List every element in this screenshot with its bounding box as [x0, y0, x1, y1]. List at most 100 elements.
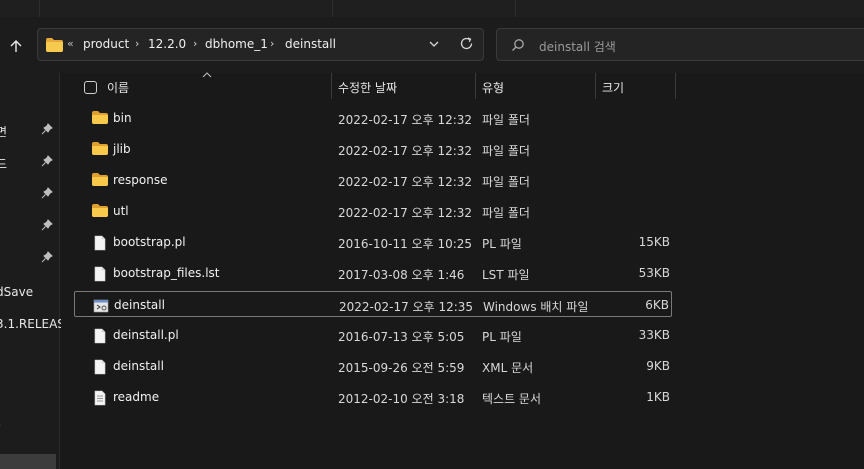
folder-icon	[92, 111, 108, 124]
folder-icon	[46, 38, 63, 52]
column-divider[interactable]	[331, 73, 332, 99]
column-divider[interactable]	[475, 73, 476, 99]
breadcrumb-dbhome[interactable]: dbhome_1	[205, 37, 268, 51]
file-row-deinstall-pl[interactable]: deinstall.pl 2016-07-13 오후 5:05 PL 파일 33…	[74, 322, 672, 348]
column-divider[interactable]	[675, 73, 676, 99]
search-icon	[512, 39, 524, 51]
sidebar-selected-item[interactable]	[0, 454, 56, 469]
file-size: 53KB	[638, 266, 670, 280]
file-name: jlib	[113, 142, 131, 156]
sidebar-item[interactable]: dSave	[0, 281, 60, 305]
tab-segment	[333, 0, 516, 17]
sidebar-item[interactable]: 면	[0, 119, 60, 143]
file-size: 15KB	[638, 235, 670, 249]
file-date: 2022-02-17 오후 12:32	[338, 144, 473, 158]
file-type: LST 파일	[482, 268, 530, 282]
column-divider[interactable]	[595, 73, 596, 99]
tab-segment	[0, 0, 40, 17]
file-name: response	[113, 173, 168, 187]
file-type: 텍스트 문서	[482, 392, 542, 406]
pin-icon[interactable]	[41, 219, 53, 231]
file-type: Windows 배치 파일	[483, 300, 589, 314]
navigation-toolbar: « product › 12.2.0 › dbhome_1 › deinstal…	[0, 17, 864, 73]
sidebar-item[interactable]: 3.1.RELEAS	[0, 313, 65, 337]
file-type: XML 문서	[482, 361, 534, 375]
address-bar[interactable]: « product › 12.2.0 › dbhome_1 › deinstal…	[37, 28, 484, 61]
file-name: deinstall	[114, 298, 165, 312]
file-size: 6KB	[645, 298, 669, 312]
breadcrumb-separator-icon[interactable]: ›	[193, 37, 197, 50]
column-header-date[interactable]: 수정한 날짜	[338, 79, 397, 96]
file-icon	[94, 328, 106, 344]
column-header-type[interactable]: 유형	[482, 79, 504, 96]
file-list-view: 이름 수정한 날짜 유형 크기 bin 2022-02-17 오후 12:32 …	[61, 72, 864, 469]
file-date: 2022-02-17 오후 12:32	[338, 206, 473, 220]
file-date: 2022-02-17 오후 12:32	[338, 175, 473, 189]
breadcrumb-version[interactable]: 12.2.0	[148, 37, 186, 51]
refresh-icon[interactable]	[459, 36, 474, 51]
sidebar-item-label: 드	[0, 157, 8, 171]
file-date: 2012-02-10 오전 3:18	[338, 392, 465, 406]
file-date: 2022-02-17 오후 12:35	[339, 300, 474, 314]
pin-icon[interactable]	[41, 155, 53, 167]
column-header-name[interactable]: 이름	[107, 79, 129, 96]
text-file-icon	[94, 390, 106, 406]
file-date: 2016-10-11 오후 10:25	[338, 237, 473, 251]
breadcrumb-separator-icon[interactable]: ›	[135, 37, 139, 50]
sidebar-item-label: 면	[0, 125, 8, 139]
tab-segment	[40, 0, 333, 17]
select-all-checkbox[interactable]	[84, 81, 97, 94]
file-type: 파일 폴더	[482, 206, 530, 220]
breadcrumb-overflow[interactable]: «	[67, 37, 74, 50]
file-date: 2016-07-13 오후 5:05	[338, 330, 465, 344]
file-icon	[94, 235, 106, 251]
search-placeholder: deinstall 검색	[539, 40, 616, 54]
column-header-size[interactable]: 크기	[602, 79, 624, 96]
file-date: 2017-03-08 오후 1:46	[338, 268, 465, 282]
sidebar-expand-marker: ·	[0, 421, 2, 432]
arrow-up-icon	[10, 40, 22, 52]
folder-icon	[92, 173, 108, 186]
file-type: 파일 폴더	[482, 175, 530, 189]
file-row-utl[interactable]: utl 2022-02-17 오후 12:32 파일 폴더	[74, 198, 672, 224]
file-size: 9KB	[646, 359, 670, 373]
breadcrumb-product[interactable]: product	[83, 37, 129, 51]
chevron-down-icon[interactable]	[428, 38, 440, 50]
file-date: 2022-02-17 오후 12:32	[338, 113, 473, 127]
sidebar-item[interactable]	[0, 183, 60, 207]
sidebar-item[interactable]	[0, 247, 60, 271]
breadcrumb-separator-icon[interactable]: ›	[270, 37, 274, 50]
file-row-bin[interactable]: bin 2022-02-17 오후 12:32 파일 폴더	[74, 105, 672, 131]
file-name: bootstrap.pl	[113, 235, 186, 249]
file-row-deinstall-bat[interactable]: deinstall 2022-02-17 오후 12:35 Windows 배치…	[74, 291, 672, 317]
pin-icon[interactable]	[41, 251, 53, 263]
file-date: 2015-09-26 오전 5:59	[338, 361, 465, 375]
pin-icon[interactable]	[41, 187, 53, 199]
file-row-jlib[interactable]: jlib 2022-02-17 오후 12:32 파일 폴더	[74, 136, 672, 162]
sidebar-item-label: dSave	[0, 285, 34, 299]
file-name: deinstall.pl	[113, 328, 179, 342]
sidebar-item-label: 3.1.RELEAS	[0, 317, 65, 331]
file-type: PL 파일	[482, 330, 522, 344]
pin-icon[interactable]	[41, 123, 53, 135]
column-header-row: 이름 수정한 날짜 유형 크기	[61, 72, 864, 100]
breadcrumb-deinstall[interactable]: deinstall	[285, 37, 336, 51]
batch-file-icon	[93, 299, 109, 313]
navigation-pane: 면 드 dSave 3.1.RELEAS ·	[0, 73, 65, 469]
file-row-response[interactable]: response 2022-02-17 오후 12:32 파일 폴더	[74, 167, 672, 193]
file-size: 33KB	[638, 328, 670, 342]
file-name: utl	[113, 204, 129, 218]
search-box[interactable]: deinstall 검색	[496, 28, 864, 61]
sidebar-item[interactable]	[0, 215, 60, 239]
file-type: 파일 폴더	[482, 113, 530, 127]
file-icon	[94, 359, 106, 375]
file-row-deinstall-xml[interactable]: deinstall 2015-09-26 오전 5:59 XML 문서 9KB	[74, 353, 672, 379]
file-name: bin	[113, 111, 132, 125]
file-type: 파일 폴더	[482, 144, 530, 158]
sort-ascending-icon	[202, 72, 212, 78]
file-row-readme[interactable]: readme 2012-02-10 오전 3:18 텍스트 문서 1KB	[74, 384, 672, 410]
sidebar-item[interactable]: 드	[0, 151, 60, 175]
file-row-bootstrap-files-lst[interactable]: bootstrap_files.lst 2017-03-08 오후 1:46 L…	[74, 260, 672, 286]
up-button[interactable]	[4, 35, 28, 57]
file-row-bootstrap-pl[interactable]: bootstrap.pl 2016-10-11 오후 10:25 PL 파일 1…	[74, 229, 672, 255]
